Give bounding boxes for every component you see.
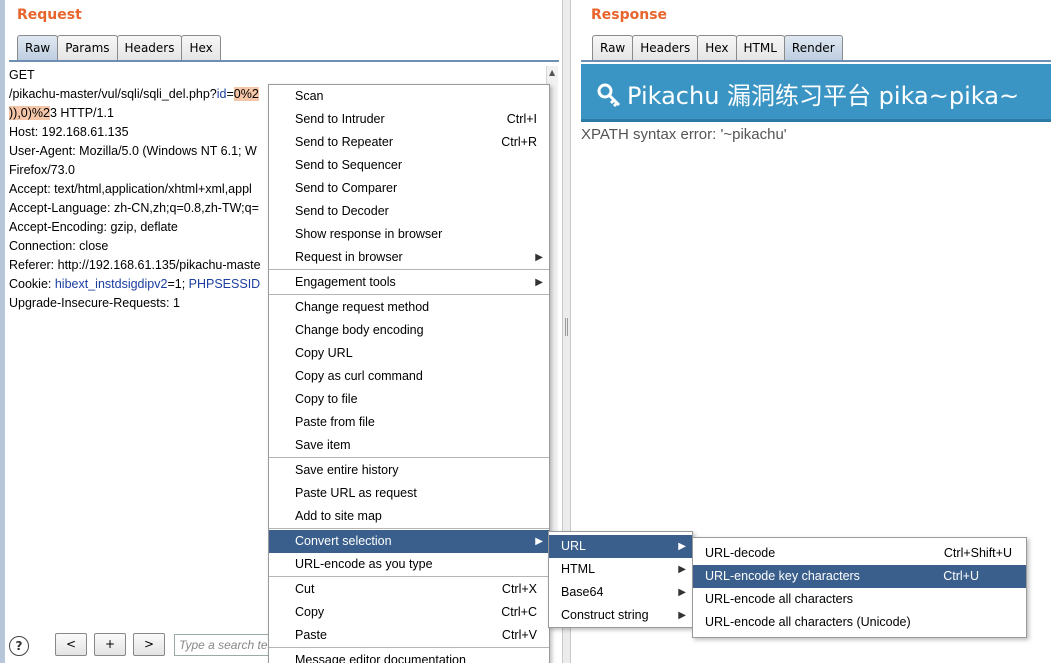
tab-raw[interactable]: Raw — [592, 35, 634, 61]
submenu-arrow-icon: ▶ — [678, 541, 686, 552]
tab-underline — [581, 60, 1051, 62]
menu-item-request-in-browser[interactable]: Request in browser ▶ — [269, 246, 549, 269]
menu-item-send-to-sequencer[interactable]: Send to Sequencer — [269, 154, 549, 177]
convert-submenu: URL ▶ HTML ▶ Base64 ▶ Construct string ▶ — [548, 531, 693, 628]
render-banner: Pikachu 漏洞练习平台 pika~pika~ — [581, 64, 1051, 122]
cookie-value: =1; — [167, 277, 189, 291]
selected-text: 0%2 — [233, 87, 259, 101]
request-line: Host: 192.168.61.135 — [9, 125, 129, 139]
tab-raw[interactable]: Raw — [17, 35, 59, 61]
context-menu: Scan Send to Intruder Ctrl+I Send to Repe… — [268, 84, 550, 663]
menu-item-save-item[interactable]: Save item — [269, 434, 549, 457]
help-icon[interactable]: ? — [9, 636, 29, 656]
previous-button[interactable]: < — [55, 633, 87, 656]
tab-html[interactable]: HTML — [735, 35, 785, 61]
request-line: Referer: http://192.168.61.135/pikachu-m… — [9, 258, 261, 272]
menu-item-save-entire-history[interactable]: Save entire history — [269, 459, 549, 482]
request-line: /pikachu-master/vul/sqli/sqli_del.php?id… — [9, 85, 259, 104]
menu-item-send-to-repeater[interactable]: Send to Repeater Ctrl+R — [269, 131, 549, 154]
divider-grip-icon[interactable] — [565, 318, 568, 336]
menu-item-add-to-site-map[interactable]: Add to site map — [269, 505, 549, 528]
menu-item-cut[interactable]: Cut Ctrl+X — [269, 578, 549, 601]
request-line: Firefox/73.0 — [9, 163, 76, 177]
key-icon — [597, 83, 621, 107]
cookie-name: hibext_instdsigdipv2 — [54, 277, 168, 291]
menu-item-change-body-encoding[interactable]: Change body encoding — [269, 319, 549, 342]
submenu-item-url-decode[interactable]: URL-decode Ctrl+Shift+U — [693, 542, 1026, 565]
add-button[interactable]: + — [94, 633, 126, 656]
request-line: Accept-Language: zh-CN,zh;q=0.8,zh-TW;q= — [9, 201, 259, 215]
menu-item-url-encode-as-you-type[interactable]: URL-encode as you type — [269, 553, 549, 576]
submenu-arrow-icon: ▶ — [678, 564, 686, 575]
response-title: Response — [591, 7, 668, 23]
menu-item-copy-to-file[interactable]: Copy to file — [269, 388, 549, 411]
request-line: Accept-Encoding: gzip, deflate — [9, 220, 178, 234]
cookie-name: PHPSESSID — [188, 277, 261, 291]
menu-item-scan[interactable]: Scan — [269, 85, 549, 108]
request-line: User-Agent: Mozilla/5.0 (Windows NT 6.1;… — [9, 144, 257, 158]
scroll-up-icon[interactable]: ▲ — [549, 68, 555, 77]
render-title-text: Pikachu 漏洞练习平台 pika~pika~ — [627, 82, 1020, 110]
menu-item-convert-selection[interactable]: Convert selection ▶ — [269, 530, 549, 553]
tab-headers[interactable]: Headers — [116, 35, 183, 61]
menu-item-change-request-method[interactable]: Change request method — [269, 296, 549, 319]
submenu-arrow-icon: ▶ — [678, 587, 686, 598]
menu-item-paste-from-file[interactable]: Paste from file — [269, 411, 549, 434]
request-line: GET — [9, 68, 35, 82]
menu-item-show-response-in-browser[interactable]: Show response in browser — [269, 223, 549, 246]
cookie-label: Cookie: — [9, 277, 55, 291]
tab-params[interactable]: Params — [57, 35, 118, 61]
xpath-error-text: XPATH syntax error: '~pikachu' — [581, 126, 787, 143]
request-title: Request — [17, 7, 82, 23]
tab-hex[interactable]: Hex — [697, 35, 737, 61]
submenu-item-url-encode-all[interactable]: URL-encode all characters — [693, 588, 1026, 611]
request-tabs: Raw Params Headers Hex — [17, 35, 221, 61]
submenu-arrow-icon: ▶ — [535, 277, 543, 288]
menu-item-copy-as-curl[interactable]: Copy as curl command — [269, 365, 549, 388]
tab-underline — [9, 60, 559, 62]
submenu-item-construct-string[interactable]: Construct string ▶ — [549, 604, 692, 627]
menu-item-copy-url[interactable]: Copy URL — [269, 342, 549, 365]
request-line: )),0)%23 HTTP/1.1 — [9, 104, 114, 123]
tab-headers[interactable]: Headers — [632, 35, 699, 61]
next-button[interactable]: > — [133, 633, 165, 656]
url-submenu: URL-decode Ctrl+Shift+U URL-encode key ch… — [692, 537, 1027, 638]
request-path: /pikachu-master/vul/sqli/sqli_del.php? — [9, 87, 217, 101]
render-title: Pikachu 漏洞练习平台 pika~pika~ — [597, 76, 1019, 111]
submenu-arrow-icon: ▶ — [535, 536, 543, 547]
selected-text: )),0)%2 — [9, 106, 50, 120]
request-line: Connection: close — [9, 239, 109, 253]
request-line: Upgrade-Insecure-Requests: 1 — [9, 296, 180, 310]
menu-item-send-to-comparer[interactable]: Send to Comparer — [269, 177, 549, 200]
submenu-item-html[interactable]: HTML ▶ — [549, 558, 692, 581]
submenu-item-url-encode-all-unicode[interactable]: URL-encode all characters (Unicode) — [693, 611, 1026, 634]
response-tabs: Raw Headers Hex HTML Render — [592, 35, 843, 61]
submenu-item-url-encode-key-characters[interactable]: URL-encode key characters Ctrl+U — [693, 565, 1026, 588]
menu-item-send-to-decoder[interactable]: Send to Decoder — [269, 200, 549, 223]
submenu-item-base64[interactable]: Base64 ▶ — [549, 581, 692, 604]
menu-item-send-to-intruder[interactable]: Send to Intruder Ctrl+I — [269, 108, 549, 131]
request-param-eq: = — [226, 87, 234, 101]
request-protocol: 3 HTTP/1.1 — [49, 106, 114, 120]
menu-item-paste[interactable]: Paste Ctrl+V — [269, 624, 549, 647]
request-line: Accept: text/html,application/xhtml+xml,… — [9, 182, 252, 196]
submenu-arrow-icon: ▶ — [678, 610, 686, 621]
menu-item-paste-url-as-request[interactable]: Paste URL as request — [269, 482, 549, 505]
menu-item-message-editor-documentation[interactable]: Message editor documentation — [269, 649, 549, 663]
tab-hex[interactable]: Hex — [181, 35, 221, 61]
submenu-item-url[interactable]: URL ▶ — [549, 535, 692, 558]
tab-render[interactable]: Render — [783, 35, 843, 61]
submenu-arrow-icon: ▶ — [535, 252, 543, 263]
menu-item-copy[interactable]: Copy Ctrl+C — [269, 601, 549, 624]
menu-item-engagement-tools[interactable]: Engagement tools ▶ — [269, 271, 549, 294]
request-line: Cookie: hibext_instdsigdipv2=1; PHPSESSI… — [9, 275, 260, 294]
